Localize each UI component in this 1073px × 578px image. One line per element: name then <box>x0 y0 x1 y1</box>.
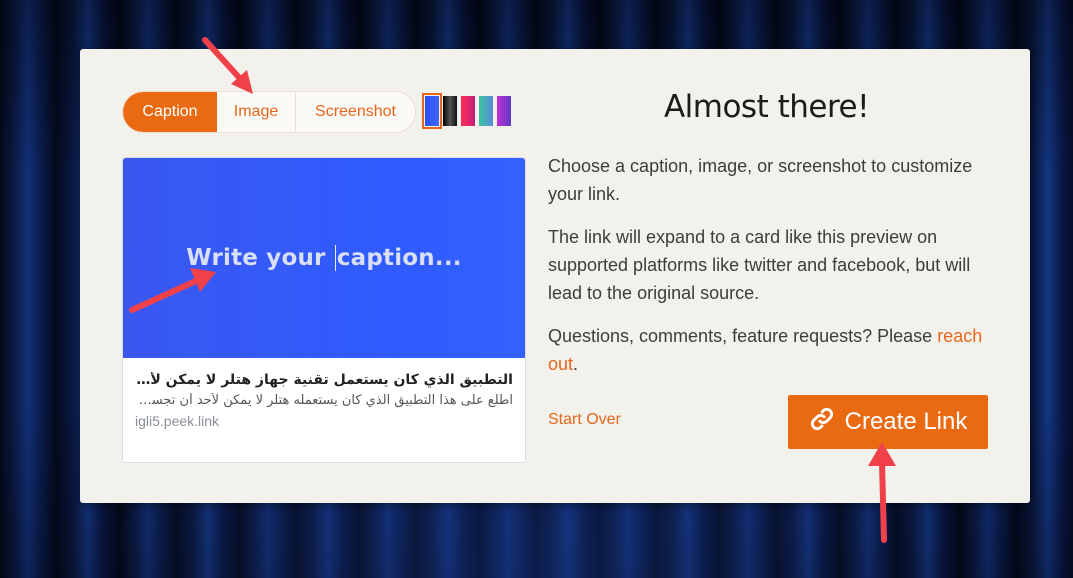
tab-screenshot[interactable]: Screenshot <box>296 92 415 132</box>
preview-meta: التطبيق الذي كان يستعمل تقنية جهاز هتلر … <box>123 358 525 429</box>
link-customizer-panel: Caption Image Screenshot Write your capt… <box>80 49 1030 503</box>
link-chain-icon <box>809 406 835 439</box>
create-link-label: Create Link <box>844 408 968 435</box>
swatch-pink[interactable] <box>461 96 475 126</box>
preview-title: التطبيق الذي كان يستعمل تقنية جهاز هتلر … <box>135 372 513 388</box>
tab-caption[interactable]: Caption <box>123 92 217 132</box>
color-swatches <box>422 93 511 129</box>
preview-domain: igli5.peek.link <box>135 413 220 429</box>
instructions: Choose a caption, image, or screenshot t… <box>548 152 998 393</box>
link-preview-card: Write your caption... التطبيق الذي كان ي… <box>122 157 526 463</box>
caption-input[interactable]: Write your caption... <box>186 245 462 272</box>
start-over-link[interactable]: Start Over <box>548 411 621 429</box>
instruction-2: The link will expand to a card like this… <box>548 227 971 303</box>
instruction-1: Choose a caption, image, or screenshot t… <box>548 156 973 204</box>
mode-tabs: Caption Image Screenshot <box>122 91 416 133</box>
page-title: Almost there! <box>663 89 870 125</box>
instruction-3: Questions, comments, feature requests? P… <box>548 326 983 374</box>
preview-caption-area[interactable]: Write your caption... <box>123 158 525 358</box>
preview-description: اطلع على هذا التطبيق الذي كان يستعمله هت… <box>135 393 513 408</box>
swatch-teal[interactable] <box>479 96 493 126</box>
text-cursor <box>334 245 336 272</box>
tab-image[interactable]: Image <box>217 92 296 132</box>
swatch-black[interactable] <box>443 96 457 126</box>
swatch-purple[interactable] <box>497 96 511 126</box>
swatch-blue[interactable] <box>422 93 442 129</box>
create-link-button[interactable]: Create Link <box>788 395 988 449</box>
